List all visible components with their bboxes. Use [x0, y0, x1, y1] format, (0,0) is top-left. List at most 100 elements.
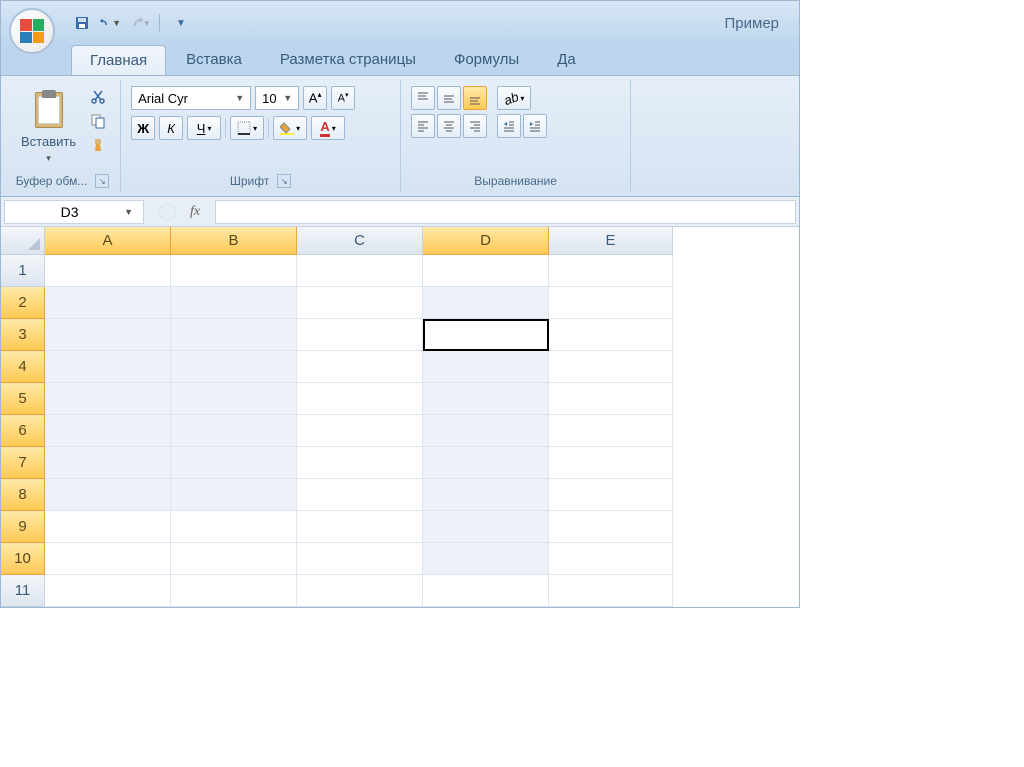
col-header-d[interactable]: D: [423, 227, 549, 255]
cell-e4[interactable]: [549, 351, 673, 383]
cell-c8[interactable]: [297, 479, 423, 511]
row-header-4[interactable]: 4: [1, 351, 45, 383]
borders-button[interactable]: ▾: [230, 116, 264, 140]
cell-c10[interactable]: [297, 543, 423, 575]
decrease-indent-button[interactable]: [497, 114, 521, 138]
cell-d6[interactable]: [423, 415, 549, 447]
col-header-e[interactable]: E: [549, 227, 673, 255]
office-button[interactable]: [9, 8, 55, 54]
cell-e5[interactable]: [549, 383, 673, 415]
cell-d10[interactable]: [423, 543, 549, 575]
cell-b4[interactable]: [171, 351, 297, 383]
cell-a1[interactable]: [45, 255, 171, 287]
align-top-button[interactable]: [411, 86, 435, 110]
tab-formulas[interactable]: Формулы: [436, 45, 537, 75]
customize-qat-button[interactable]: ▼: [170, 12, 192, 34]
col-header-c[interactable]: C: [297, 227, 423, 255]
cell-c7[interactable]: [297, 447, 423, 479]
cell-a8[interactable]: [45, 479, 171, 511]
row-header-2[interactable]: 2: [1, 287, 45, 319]
row-header-8[interactable]: 8: [1, 479, 45, 511]
cell-d2[interactable]: [423, 287, 549, 319]
cell-b6[interactable]: [171, 415, 297, 447]
increase-font-button[interactable]: A▴: [303, 86, 327, 110]
cell-d9[interactable]: [423, 511, 549, 543]
insert-function-button[interactable]: fx: [183, 201, 207, 223]
font-launcher[interactable]: ↘: [277, 174, 291, 188]
cell-c1[interactable]: [297, 255, 423, 287]
formula-input[interactable]: [215, 200, 796, 224]
cell-e8[interactable]: [549, 479, 673, 511]
cell-d4[interactable]: [423, 351, 549, 383]
cell-a2[interactable]: [45, 287, 171, 319]
row-header-3[interactable]: 3: [1, 319, 45, 351]
row-header-1[interactable]: 1: [1, 255, 45, 287]
font-size-combo[interactable]: 10 ▼: [255, 86, 299, 110]
decrease-font-button[interactable]: A▾: [331, 86, 355, 110]
redo-button[interactable]: ▾: [127, 12, 149, 34]
cell-d3[interactable]: [423, 319, 549, 351]
copy-button[interactable]: [86, 110, 110, 132]
cell-a10[interactable]: [45, 543, 171, 575]
cell-b2[interactable]: [171, 287, 297, 319]
row-header-9[interactable]: 9: [1, 511, 45, 543]
cell-d8[interactable]: [423, 479, 549, 511]
cell-b3[interactable]: [171, 319, 297, 351]
align-center-button[interactable]: [437, 114, 461, 138]
undo-button[interactable]: ▼: [99, 12, 121, 34]
select-all-corner[interactable]: [1, 227, 45, 255]
col-header-b[interactable]: B: [171, 227, 297, 255]
cell-c2[interactable]: [297, 287, 423, 319]
font-name-combo[interactable]: Arial Cyr ▼: [131, 86, 251, 110]
name-box[interactable]: D3 ▼: [4, 200, 144, 224]
row-header-6[interactable]: 6: [1, 415, 45, 447]
underline-button[interactable]: Ч▾: [187, 116, 221, 140]
cell-a5[interactable]: [45, 383, 171, 415]
cancel-formula-button[interactable]: [155, 201, 179, 223]
tab-insert[interactable]: Вставка: [168, 45, 260, 75]
row-header-7[interactable]: 7: [1, 447, 45, 479]
tab-data[interactable]: Да: [539, 45, 594, 75]
align-middle-button[interactable]: [437, 86, 461, 110]
cell-c4[interactable]: [297, 351, 423, 383]
cell-e6[interactable]: [549, 415, 673, 447]
align-bottom-button[interactable]: [463, 86, 487, 110]
cell-e9[interactable]: [549, 511, 673, 543]
cell-e3[interactable]: [549, 319, 673, 351]
cell-c5[interactable]: [297, 383, 423, 415]
row-header-10[interactable]: 10: [1, 543, 45, 575]
cell-a9[interactable]: [45, 511, 171, 543]
cell-b9[interactable]: [171, 511, 297, 543]
cell-e11[interactable]: [549, 575, 673, 607]
cell-d5[interactable]: [423, 383, 549, 415]
cell-b5[interactable]: [171, 383, 297, 415]
row-header-5[interactable]: 5: [1, 383, 45, 415]
cell-c3[interactable]: [297, 319, 423, 351]
format-painter-button[interactable]: [86, 134, 110, 156]
cell-a3[interactable]: [45, 319, 171, 351]
italic-button[interactable]: К: [159, 116, 183, 140]
cell-c6[interactable]: [297, 415, 423, 447]
cell-e7[interactable]: [549, 447, 673, 479]
increase-indent-button[interactable]: [523, 114, 547, 138]
cell-a7[interactable]: [45, 447, 171, 479]
save-button[interactable]: [71, 12, 93, 34]
cell-e10[interactable]: [549, 543, 673, 575]
row-header-11[interactable]: 11: [1, 575, 45, 607]
cell-b10[interactable]: [171, 543, 297, 575]
font-color-button[interactable]: A ▾: [311, 116, 345, 140]
cell-c9[interactable]: [297, 511, 423, 543]
tab-home[interactable]: Главная: [71, 45, 166, 75]
fill-color-button[interactable]: ▾: [273, 116, 307, 140]
cell-a11[interactable]: [45, 575, 171, 607]
orientation-button[interactable]: ab▾: [497, 86, 531, 110]
align-left-button[interactable]: [411, 114, 435, 138]
cell-e2[interactable]: [549, 287, 673, 319]
cell-d1[interactable]: [423, 255, 549, 287]
cell-a4[interactable]: [45, 351, 171, 383]
cell-b1[interactable]: [171, 255, 297, 287]
cell-b8[interactable]: [171, 479, 297, 511]
bold-button[interactable]: Ж: [131, 116, 155, 140]
cell-b7[interactable]: [171, 447, 297, 479]
clipboard-launcher[interactable]: ↘: [95, 174, 109, 188]
